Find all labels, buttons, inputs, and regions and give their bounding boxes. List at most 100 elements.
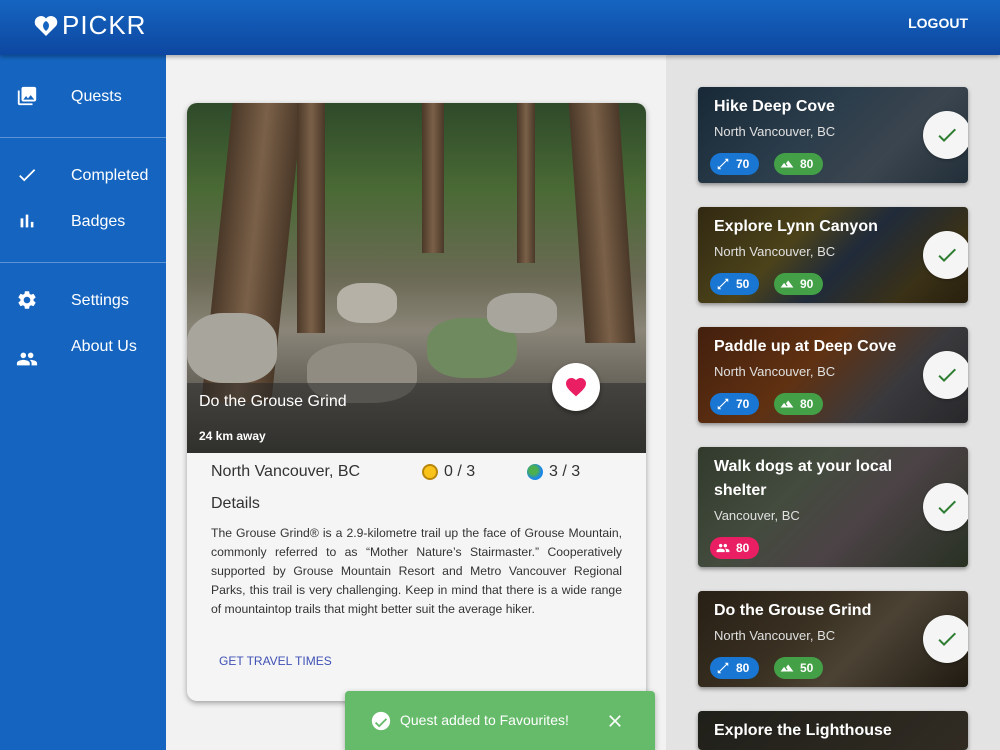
distance-chip: 80 xyxy=(710,657,760,679)
elevation-chip: 80 xyxy=(774,393,824,415)
elevation-score: 50 xyxy=(800,661,814,675)
quest-card[interactable]: Hike Deep Cove North Vancouver, BC 70 80 xyxy=(698,87,968,183)
check-icon xyxy=(938,248,956,262)
details-heading: Details xyxy=(211,495,260,512)
medal-count-value: 0 / 3 xyxy=(444,463,476,480)
quest-location: North Vancouver, BC xyxy=(211,463,361,480)
distance-chip: 70 xyxy=(710,153,760,175)
brand-logo[interactable]: PICKR xyxy=(34,10,146,41)
check-icon xyxy=(938,368,956,382)
sidebar-item-label: About Us xyxy=(71,338,137,355)
quest-card[interactable]: Paddle up at Deep Cove North Vancouver, … xyxy=(698,327,968,423)
quest-list-panel: Hike Deep Cove North Vancouver, BC 70 80… xyxy=(666,55,1000,750)
quest-card[interactable]: Explore the Lighthouse xyxy=(698,711,968,750)
globe-count: 3 / 3 xyxy=(527,463,580,481)
quest-card-location: North Vancouver, BC xyxy=(714,628,836,643)
distance-chip: 50 xyxy=(710,273,760,295)
app-name: PICKR xyxy=(62,10,147,40)
gear-icon xyxy=(18,291,36,309)
sidebar-item-completed[interactable]: Completed xyxy=(0,164,166,194)
main-content: Do the Grouse Grind 24 km away North Van… xyxy=(166,55,666,750)
distance-score: 80 xyxy=(736,661,750,675)
globe-count-value: 3 / 3 xyxy=(549,463,581,480)
medal-count: 0 / 3 xyxy=(422,463,475,481)
sidebar-divider xyxy=(0,262,166,263)
completed-check-button[interactable] xyxy=(923,615,968,663)
tree-trunk xyxy=(297,103,325,333)
quest-card-location: Vancouver, BC xyxy=(714,508,800,523)
expand-arrows-icon xyxy=(717,278,729,290)
check-icon xyxy=(938,500,956,514)
sidebar-item-label: Settings xyxy=(71,292,129,309)
top-app-bar: PICKR LOGOUT xyxy=(0,0,1000,55)
snackbar-toast: Quest added to Favourites! xyxy=(345,691,655,750)
get-travel-times-button[interactable]: GET TRAVEL TIMES xyxy=(219,654,332,668)
quest-card-title: Explore the Lighthouse xyxy=(714,722,892,739)
close-icon[interactable] xyxy=(605,711,625,731)
mountain-icon xyxy=(780,280,794,288)
people-icon xyxy=(16,352,38,366)
heart-icon xyxy=(566,378,586,397)
tree-trunk xyxy=(568,103,636,343)
sidebar-item-about-us[interactable]: About Us xyxy=(0,335,166,385)
quest-card-location: North Vancouver, BC xyxy=(714,364,836,379)
globe-icon xyxy=(527,464,543,480)
rock xyxy=(337,283,397,323)
quest-detail-card: Do the Grouse Grind 24 km away North Van… xyxy=(187,103,646,701)
completed-check-button[interactable] xyxy=(923,111,968,159)
quest-card-location: North Vancouver, BC xyxy=(714,244,836,259)
completed-check-button[interactable] xyxy=(923,231,968,279)
elevation-score: 80 xyxy=(800,157,814,171)
mountain-icon xyxy=(780,160,794,168)
sidebar: Quests Completed Badges Settings About U… xyxy=(0,55,166,750)
quest-card-location: North Vancouver, BC xyxy=(714,124,836,139)
sidebar-item-label: Badges xyxy=(71,213,126,230)
quest-card[interactable]: Walk dogs at your local shelter Vancouve… xyxy=(698,447,968,567)
quest-card-title: Walk dogs at your local shelter xyxy=(714,458,893,499)
distance-score: 70 xyxy=(736,397,750,411)
check-circle-icon xyxy=(371,711,391,731)
check-icon xyxy=(938,632,956,646)
sidebar-item-label: Completed xyxy=(71,167,149,184)
quest-card[interactable]: Do the Grouse Grind North Vancouver, BC … xyxy=(698,591,968,687)
sidebar-item-settings[interactable]: Settings xyxy=(0,289,166,319)
completed-check-button[interactable] xyxy=(923,351,968,399)
logout-button[interactable]: LOGOUT xyxy=(908,15,968,31)
quest-title: Do the Grouse Grind xyxy=(199,393,347,410)
rock xyxy=(487,293,557,333)
expand-arrows-icon xyxy=(717,398,729,410)
sidebar-item-quests[interactable]: Quests xyxy=(0,85,166,115)
check-icon xyxy=(19,169,36,182)
distance-chip: 70 xyxy=(710,393,760,415)
elevation-chip: 50 xyxy=(774,657,824,679)
quest-card[interactable]: Explore Lynn Canyon North Vancouver, BC … xyxy=(698,207,968,303)
rock xyxy=(187,313,277,383)
medal-icon xyxy=(422,464,438,480)
check-icon xyxy=(938,128,956,142)
mountain-icon xyxy=(780,400,794,408)
quest-card-title: Do the Grouse Grind xyxy=(714,602,872,619)
quest-card-title: Explore Lynn Canyon xyxy=(714,218,878,235)
favourite-button[interactable] xyxy=(552,363,600,411)
quest-card-title: Paddle up at Deep Cove xyxy=(714,338,897,355)
sidebar-divider xyxy=(0,137,166,138)
elevation-chip: 90 xyxy=(774,273,824,295)
mountain-icon xyxy=(780,664,794,672)
distance-score: 70 xyxy=(736,157,750,171)
quest-description: The Grouse Grind® is a 2.9-kilometre tra… xyxy=(211,526,622,616)
completed-check-button[interactable] xyxy=(923,483,968,531)
elevation-score: 80 xyxy=(800,397,814,411)
bar-chart-icon xyxy=(20,214,34,228)
sidebar-item-badges[interactable]: Badges xyxy=(0,210,166,240)
social-chip: 80 xyxy=(710,537,760,559)
tree-trunk xyxy=(517,103,535,263)
distance-score: 50 xyxy=(736,277,750,291)
heart-leaf-logo-icon xyxy=(34,15,58,36)
elevation-score: 90 xyxy=(800,277,814,291)
social-score: 80 xyxy=(736,541,750,555)
tree-trunk xyxy=(422,103,444,253)
quest-card-title: Hike Deep Cove xyxy=(714,98,835,115)
toast-message: Quest added to Favourites! xyxy=(400,712,569,728)
elevation-chip: 80 xyxy=(774,153,824,175)
quest-distance: 24 km away xyxy=(199,429,266,443)
